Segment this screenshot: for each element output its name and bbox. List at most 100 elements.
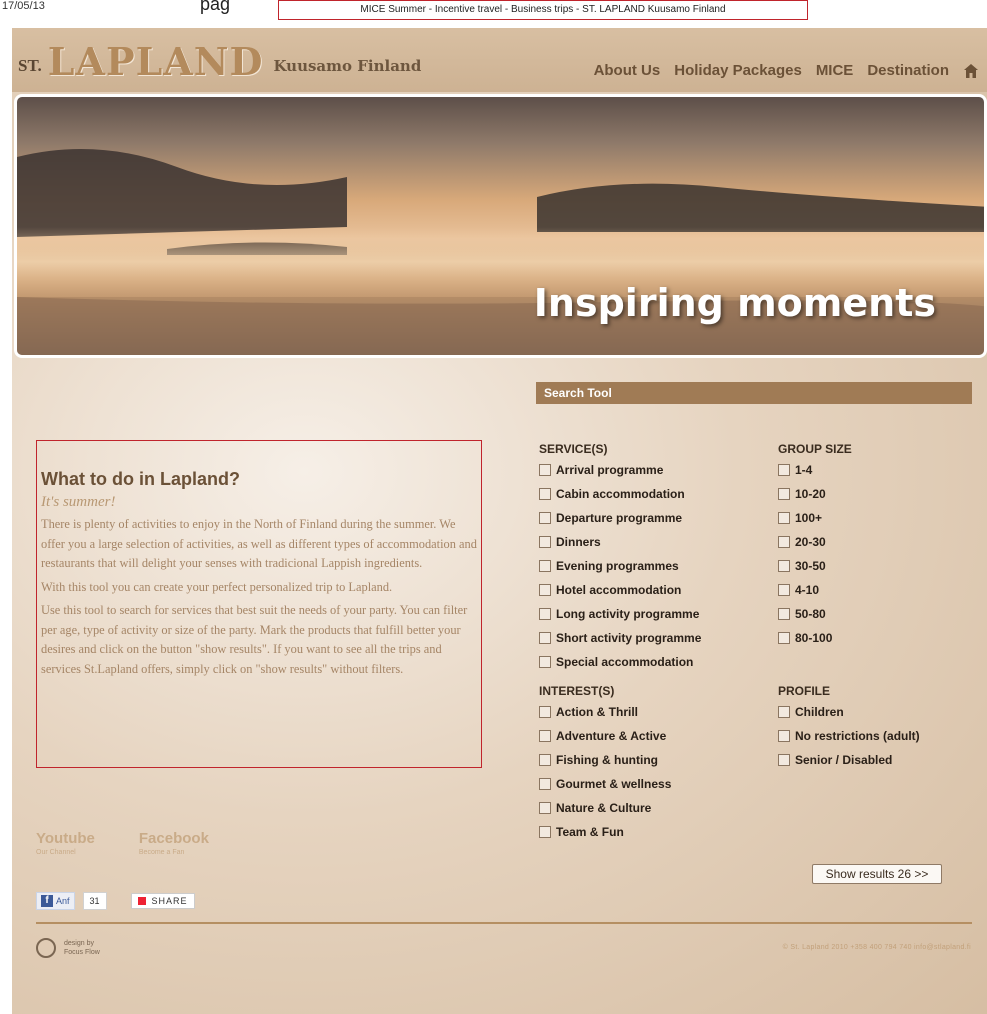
site-header: ST. LAPLAND Kuusamo Finland About Us Hol… bbox=[12, 28, 987, 92]
checkbox[interactable] bbox=[778, 730, 790, 742]
option-label: 1-4 bbox=[795, 463, 813, 477]
profile-option[interactable]: Children bbox=[778, 700, 920, 724]
nav-holiday-packages[interactable]: Holiday Packages bbox=[674, 62, 802, 79]
checkbox[interactable] bbox=[539, 464, 551, 476]
service-option[interactable]: Arrival programme bbox=[539, 458, 701, 482]
interest-option[interactable]: Gourmet & wellness bbox=[539, 772, 671, 796]
checkbox[interactable] bbox=[539, 802, 551, 814]
nav-mice[interactable]: MICE bbox=[816, 62, 854, 79]
profile-option[interactable]: No restrictions (adult) bbox=[778, 724, 920, 748]
focus-flow-logo-icon bbox=[36, 938, 56, 958]
main-nav: About Us Holiday Packages MICE Destinati… bbox=[594, 62, 979, 79]
designer-name: Focus Flow bbox=[64, 949, 100, 956]
home-icon[interactable] bbox=[963, 63, 979, 79]
group-size-option[interactable]: 10-20 bbox=[778, 482, 852, 506]
group-size-option[interactable]: 20-30 bbox=[778, 530, 852, 554]
interest-option[interactable]: Fishing & hunting bbox=[539, 748, 671, 772]
print-page-title: MICE Summer - Incentive travel - Busines… bbox=[278, 0, 808, 20]
youtube-title: Youtube bbox=[36, 830, 95, 847]
checkbox[interactable] bbox=[778, 560, 790, 572]
group-size-option[interactable]: 50-80 bbox=[778, 602, 852, 626]
share-icon bbox=[137, 897, 146, 905]
interest-option[interactable]: Action & Thrill bbox=[539, 700, 671, 724]
group-size-option[interactable]: 80-100 bbox=[778, 626, 852, 650]
checkbox[interactable] bbox=[539, 632, 551, 644]
interests-filter: INTEREST(S) Action & Thrill Adventure & … bbox=[539, 684, 671, 844]
option-label: Adventure & Active bbox=[556, 729, 667, 743]
service-option[interactable]: Cabin accommodation bbox=[539, 482, 701, 506]
checkbox[interactable] bbox=[539, 706, 551, 718]
service-option[interactable]: Long activity programme bbox=[539, 602, 701, 626]
banner-caption: Inspiring moments bbox=[533, 281, 936, 325]
checkbox[interactable] bbox=[778, 632, 790, 644]
checkbox[interactable] bbox=[539, 826, 551, 838]
logo-prefix: ST. bbox=[18, 56, 42, 75]
share-button[interactable]: SHARE bbox=[130, 893, 195, 909]
checkbox[interactable] bbox=[539, 512, 551, 524]
checkbox[interactable] bbox=[778, 512, 790, 524]
profile-option[interactable]: Senior / Disabled bbox=[778, 748, 920, 772]
interest-option[interactable]: Team & Fun bbox=[539, 820, 671, 844]
print-partial-word: pag bbox=[200, 0, 231, 14]
service-option[interactable]: Short activity programme bbox=[539, 626, 701, 650]
search-tool-header: Search Tool bbox=[536, 382, 972, 404]
interest-option[interactable]: Nature & Culture bbox=[539, 796, 671, 820]
group-size-option[interactable]: 30-50 bbox=[778, 554, 852, 578]
option-label: 50-80 bbox=[795, 607, 826, 621]
social-links: Youtube Our Channel Facebook Become a Fa… bbox=[36, 830, 209, 856]
option-label: 20-30 bbox=[795, 535, 826, 549]
youtube-link[interactable]: Youtube Our Channel bbox=[36, 830, 95, 856]
facebook-like-button[interactable]: f Anf bbox=[36, 892, 75, 910]
group-size-option[interactable]: 100+ bbox=[778, 506, 852, 530]
checkbox[interactable] bbox=[539, 488, 551, 500]
checkbox[interactable] bbox=[539, 584, 551, 596]
checkbox[interactable] bbox=[539, 608, 551, 620]
show-results-button[interactable]: Show results 26 >> bbox=[812, 864, 942, 884]
group-size-option[interactable]: 4-10 bbox=[778, 578, 852, 602]
option-label: Arrival programme bbox=[556, 463, 664, 477]
checkbox[interactable] bbox=[778, 584, 790, 596]
service-option[interactable]: Evening programmes bbox=[539, 554, 701, 578]
group-size-option[interactable]: 1-4 bbox=[778, 458, 852, 482]
footer-contact: © St. Lapland 2010 +358 400 794 740 info… bbox=[782, 944, 971, 951]
option-label: Nature & Culture bbox=[556, 801, 652, 815]
designer-credit[interactable]: design by Focus Flow bbox=[36, 938, 100, 958]
checkbox[interactable] bbox=[539, 754, 551, 766]
facebook-link[interactable]: Facebook Become a Fan bbox=[139, 830, 209, 856]
checkbox[interactable] bbox=[539, 560, 551, 572]
service-option[interactable]: Hotel accommodation bbox=[539, 578, 701, 602]
like-count: 31 bbox=[82, 892, 107, 910]
option-label: Action & Thrill bbox=[556, 705, 638, 719]
service-option[interactable]: Departure programme bbox=[539, 506, 701, 530]
checkbox[interactable] bbox=[539, 778, 551, 790]
checkbox[interactable] bbox=[539, 656, 551, 668]
profile-filter: PROFILE Children No restrictions (adult)… bbox=[778, 684, 920, 772]
service-option[interactable]: Special accommodation bbox=[539, 650, 701, 674]
checkbox[interactable] bbox=[539, 730, 551, 742]
checkbox[interactable] bbox=[778, 488, 790, 500]
profile-heading: PROFILE bbox=[778, 684, 831, 698]
option-label: Long activity programme bbox=[556, 607, 700, 621]
share-row: f Anf 31 SHARE bbox=[36, 892, 195, 910]
checkbox[interactable] bbox=[778, 754, 790, 766]
checkbox[interactable] bbox=[778, 464, 790, 476]
nav-destination[interactable]: Destination bbox=[867, 62, 949, 79]
footer-divider bbox=[36, 922, 972, 924]
checkbox[interactable] bbox=[778, 608, 790, 620]
hero-banner: Inspiring moments bbox=[14, 94, 987, 358]
interest-option[interactable]: Adventure & Active bbox=[539, 724, 671, 748]
option-label: Children bbox=[795, 705, 844, 719]
service-option[interactable]: Dinners bbox=[539, 530, 701, 554]
option-label: 80-100 bbox=[795, 631, 833, 645]
option-label: Special accommodation bbox=[556, 655, 694, 669]
option-label: 4-10 bbox=[795, 583, 820, 597]
checkbox[interactable] bbox=[778, 706, 790, 718]
logo[interactable]: ST. LAPLAND Kuusamo Finland bbox=[18, 42, 421, 82]
nav-about-us[interactable]: About Us bbox=[594, 62, 661, 79]
facebook-sub: Become a Fan bbox=[138, 849, 185, 856]
checkbox[interactable] bbox=[778, 536, 790, 548]
checkbox[interactable] bbox=[539, 536, 551, 548]
option-label: No restrictions (adult) bbox=[795, 729, 920, 743]
youtube-sub: Our Channel bbox=[36, 849, 76, 856]
group-size-filter: GROUP SIZE 1-4 10-20 100+ 20-30 30-50 4-… bbox=[778, 442, 852, 650]
